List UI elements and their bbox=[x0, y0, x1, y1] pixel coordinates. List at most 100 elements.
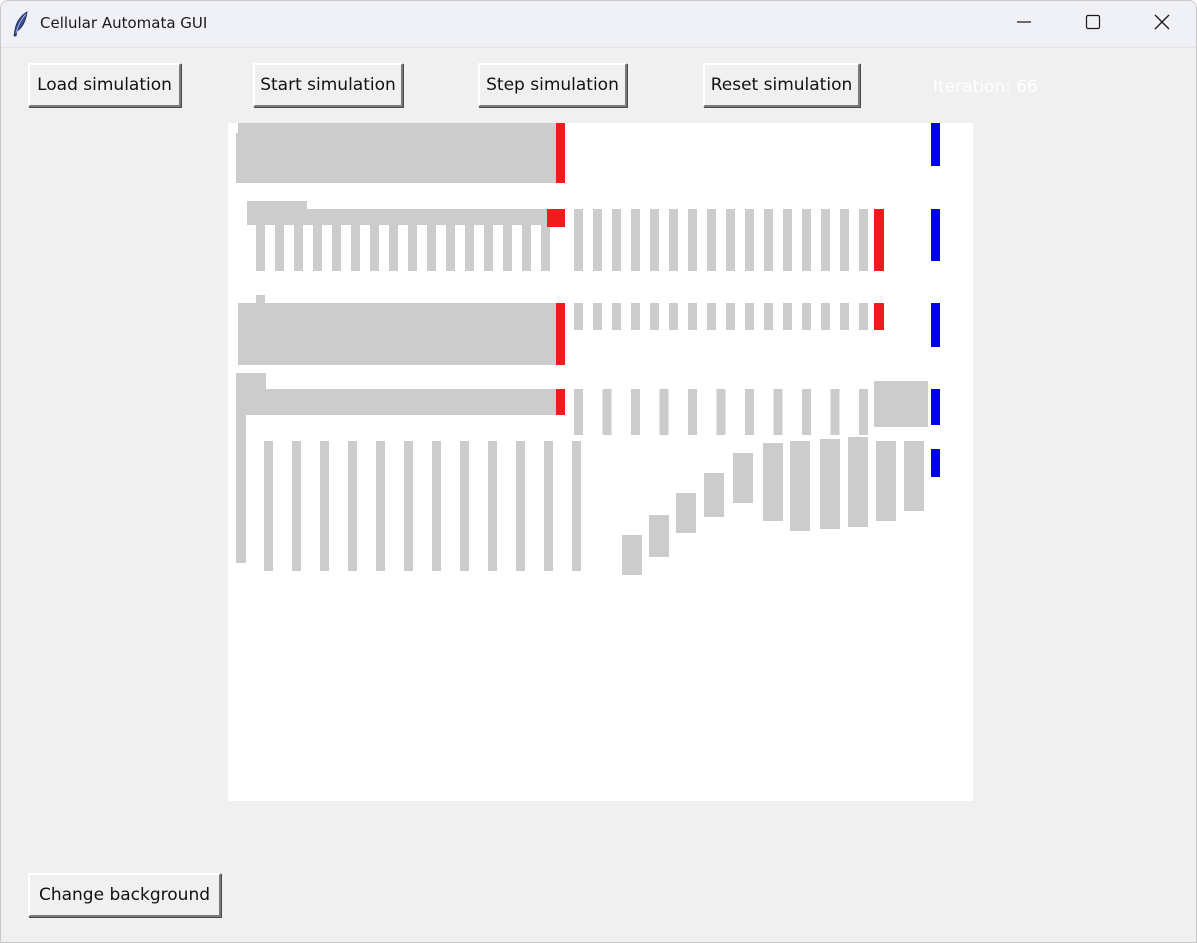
cell-column bbox=[688, 389, 697, 435]
cell-column bbox=[427, 225, 436, 271]
cell-column bbox=[593, 209, 602, 271]
close-icon bbox=[1154, 14, 1170, 34]
cell-column bbox=[876, 441, 896, 521]
cell-column bbox=[649, 515, 669, 557]
cell-column bbox=[745, 209, 754, 271]
cell-column bbox=[790, 441, 810, 531]
cell-block bbox=[238, 303, 556, 365]
red-cell-column bbox=[556, 389, 565, 415]
cell-column bbox=[256, 225, 265, 271]
cell-column bbox=[631, 389, 640, 435]
minimize-button[interactable] bbox=[989, 1, 1058, 47]
cell-block bbox=[258, 389, 556, 415]
cell-column bbox=[821, 209, 830, 271]
cell-column bbox=[745, 303, 754, 330]
cell-column bbox=[348, 441, 357, 571]
red-cell-column bbox=[556, 123, 565, 183]
cell-column bbox=[332, 225, 341, 271]
cell-column bbox=[389, 225, 398, 271]
app-window: Cellular Automata GUI Load simulation St… bbox=[0, 0, 1197, 943]
cell-column bbox=[707, 303, 716, 330]
cell-column bbox=[848, 437, 868, 527]
close-button[interactable] bbox=[1127, 1, 1196, 47]
cell-column bbox=[820, 439, 840, 529]
cell-column bbox=[264, 441, 273, 571]
cell-column bbox=[802, 303, 811, 330]
cell-column bbox=[460, 441, 469, 571]
cell-column bbox=[676, 493, 696, 533]
cell-block bbox=[238, 123, 556, 183]
cell-column bbox=[432, 441, 441, 571]
cell-column bbox=[292, 441, 301, 571]
simulation-canvas[interactable] bbox=[228, 123, 973, 801]
title-bar[interactable]: Cellular Automata GUI bbox=[1, 1, 1196, 48]
cell-column bbox=[612, 209, 621, 271]
cell-column bbox=[236, 415, 246, 563]
cell-column bbox=[465, 225, 474, 271]
cell-column bbox=[669, 209, 678, 271]
cell-column bbox=[650, 303, 659, 330]
cell-column bbox=[707, 209, 716, 271]
change-background-button[interactable]: Change background bbox=[28, 873, 221, 917]
cell-column bbox=[688, 303, 697, 330]
cell-column bbox=[840, 303, 849, 330]
maximize-button[interactable] bbox=[1058, 1, 1127, 47]
iteration-counter: Iteration: 66 bbox=[933, 77, 1038, 97]
red-cell-column bbox=[874, 209, 884, 271]
red-cell-column bbox=[874, 303, 884, 330]
cell-column bbox=[574, 209, 583, 271]
minimize-icon bbox=[1016, 14, 1032, 34]
reset-simulation-button[interactable]: Reset simulation bbox=[703, 63, 860, 107]
cell-block bbox=[236, 373, 266, 415]
cell-column bbox=[802, 209, 811, 271]
cell-column bbox=[904, 441, 924, 511]
blue-cell-column bbox=[931, 303, 940, 347]
cell-column bbox=[733, 453, 753, 503]
cell-column bbox=[572, 441, 581, 571]
cell-column bbox=[716, 389, 726, 435]
cell-column bbox=[802, 389, 811, 435]
cell-column bbox=[313, 225, 322, 271]
blue-cell-column bbox=[931, 449, 940, 477]
feather-icon bbox=[12, 11, 30, 37]
cell-column bbox=[574, 303, 583, 330]
cell-column bbox=[503, 225, 512, 271]
cell-column bbox=[370, 225, 379, 271]
blue-cell-column bbox=[931, 389, 940, 425]
start-simulation-button[interactable]: Start simulation bbox=[253, 63, 403, 107]
cell-block bbox=[247, 201, 307, 209]
cell-column bbox=[859, 303, 868, 330]
cell-block bbox=[256, 295, 265, 321]
cell-column bbox=[404, 441, 413, 571]
cell-column bbox=[320, 441, 329, 571]
cell-column bbox=[631, 209, 640, 271]
cell-column bbox=[275, 225, 284, 271]
cell-block bbox=[236, 133, 239, 183]
cell-column bbox=[593, 303, 602, 330]
cell-block bbox=[874, 381, 928, 427]
cell-column bbox=[541, 225, 550, 271]
blue-cell-column bbox=[931, 123, 940, 166]
cell-column bbox=[840, 209, 849, 271]
red-cell-column bbox=[556, 303, 565, 365]
cell-column bbox=[830, 389, 840, 435]
step-simulation-button[interactable]: Step simulation bbox=[478, 63, 627, 107]
cell-column bbox=[763, 443, 783, 521]
cell-column bbox=[764, 209, 773, 271]
cell-grid bbox=[236, 123, 940, 575]
cell-column bbox=[704, 473, 724, 517]
cell-column bbox=[783, 209, 792, 271]
cell-column bbox=[622, 535, 642, 575]
cell-column bbox=[859, 389, 868, 435]
load-simulation-button[interactable]: Load simulation bbox=[28, 63, 181, 107]
cell-column bbox=[726, 209, 735, 271]
cell-column bbox=[650, 209, 659, 271]
cell-column bbox=[659, 389, 669, 435]
cell-column bbox=[783, 303, 792, 330]
cell-column bbox=[821, 303, 830, 330]
cell-column bbox=[446, 225, 455, 271]
cell-column bbox=[631, 303, 640, 330]
cell-column bbox=[376, 441, 385, 571]
cell-column bbox=[408, 225, 417, 271]
red-cell-block bbox=[547, 209, 565, 227]
